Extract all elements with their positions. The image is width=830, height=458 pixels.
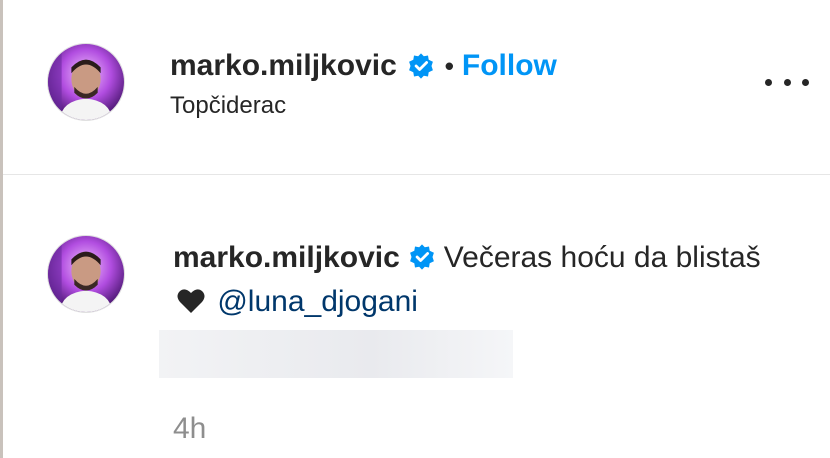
comment-body: marko.miljkovic Večeras hoću da blistaš … <box>173 236 773 324</box>
post-header: marko.miljkovic • Follow Topčiderac <box>3 0 830 175</box>
post-location[interactable]: Topčiderac <box>170 92 286 120</box>
avatar[interactable] <box>47 43 125 121</box>
avatar-image <box>48 44 124 120</box>
black-heart-icon <box>177 283 205 313</box>
avatar-image <box>48 236 124 312</box>
post-panel: marko.miljkovic • Follow Topčiderac mark… <box>0 0 830 458</box>
mention-link[interactable]: @luna_djogani <box>217 285 418 318</box>
translation-placeholder <box>159 330 513 378</box>
follow-button[interactable]: Follow <box>462 49 557 83</box>
comment-timestamp[interactable]: 4h <box>173 412 206 446</box>
header-title-row: marko.miljkovic • Follow <box>170 46 557 86</box>
verified-badge-icon <box>407 52 435 80</box>
comment-text: Večeras hoću da blistaš <box>443 241 761 274</box>
more-options-icon[interactable] <box>765 68 809 96</box>
verified-badge-icon <box>408 243 436 271</box>
more-dot <box>783 78 791 86</box>
post-author-username[interactable]: marko.miljkovic <box>170 49 397 83</box>
more-dot <box>765 78 772 86</box>
comment-author-username[interactable]: marko.miljkovic <box>173 241 400 274</box>
comment-avatar[interactable] <box>47 235 125 313</box>
more-dot <box>802 78 809 86</box>
separator-dot: • <box>444 50 454 81</box>
